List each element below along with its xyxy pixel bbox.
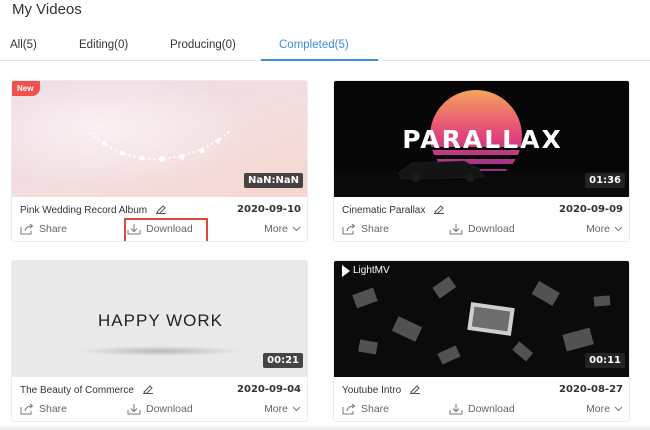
duration-badge: NaN:NaN [244,173,303,188]
download-label: Download [146,403,193,415]
duration-badge: 00:21 [263,353,303,368]
tab-editing[interactable]: Editing(0) [79,39,128,51]
video-thumbnail[interactable]: LightMV 00:11 [334,261,629,377]
thumbnail-title-text: PARALLAX [402,125,563,154]
more-button[interactable]: More [586,223,623,235]
download-icon [449,224,463,235]
video-title-text: Cinematic Parallax [342,205,426,216]
share-label: Share [361,223,390,235]
share-button[interactable]: Share [342,223,389,235]
download-icon [127,404,141,415]
share-button[interactable]: Share [342,403,389,415]
video-card-cinematic-parallax: PARALLAX 01:36 Cinematic Parallax 2020-0… [333,80,630,242]
more-label: More [586,403,610,415]
edit-icon[interactable] [142,384,154,397]
edit-icon[interactable] [409,384,421,397]
more-button[interactable]: More [586,403,623,415]
more-label: More [586,223,610,235]
video-title: Pink Wedding Record Album [20,204,167,217]
tab-all[interactable]: All(5) [10,39,37,51]
active-tab-indicator [261,59,378,61]
video-title: Youtube Intro [342,384,421,397]
download-icon [449,404,463,415]
share-icon [20,403,34,415]
video-actions: Share Download More [334,402,629,420]
video-date: 2020-09-04 [237,384,301,395]
page-bottom-edge [0,424,650,430]
share-icon [342,403,356,415]
video-card-beauty-of-commerce: HAPPY WORK 00:21 The Beauty of Commerce … [11,260,308,422]
video-card-pink-wedding: New NaN:NaN Pink Wedding Record Album 20… [11,80,308,242]
chevron-down-icon [292,226,301,232]
share-button[interactable]: Share [20,403,67,415]
share-icon [20,223,34,235]
video-title-text: The Beauty of Commerce [20,385,134,396]
download-button[interactable]: Download [449,403,515,415]
chevron-down-icon [614,226,623,232]
video-date: 2020-09-09 [559,204,623,215]
video-thumbnail[interactable]: New NaN:NaN [12,81,307,197]
video-info-row: Pink Wedding Record Album 2020-09-10 [12,203,307,219]
download-label: Download [468,223,515,235]
more-label: More [264,223,288,235]
download-button[interactable]: Download [127,223,193,235]
download-button[interactable]: Download [449,223,515,235]
more-button[interactable]: More [264,223,301,235]
share-label: Share [361,403,390,415]
video-info-row: Cinematic Parallax 2020-09-09 [334,203,629,219]
video-thumbnail[interactable]: HAPPY WORK 00:21 [12,261,307,377]
download-label: Download [146,223,193,235]
chevron-down-icon [292,406,301,412]
video-thumbnail[interactable]: PARALLAX 01:36 [334,81,629,197]
share-label: Share [39,403,68,415]
download-button[interactable]: Download [127,403,193,415]
duration-badge: 00:11 [585,353,625,368]
lightmv-logo-text: LightMV [353,265,390,276]
video-title: The Beauty of Commerce [20,384,154,397]
video-actions: Share Download More [334,222,629,240]
download-icon [127,224,141,235]
more-label: More [264,403,288,415]
video-title-text: Pink Wedding Record Album [20,205,148,216]
video-date: 2020-08-27 [559,384,623,395]
tab-producing[interactable]: Producing(0) [170,39,236,51]
new-badge: New [12,81,41,96]
more-button[interactable]: More [264,403,301,415]
thumbnail-title-text: HAPPY WORK [98,311,223,330]
edit-icon[interactable] [155,204,167,217]
tab-bar: All(5) Editing(0) Producing(0) Completed… [0,33,650,61]
video-actions: Share Download More [12,402,307,420]
video-date: 2020-09-10 [237,204,301,215]
page-title: My Videos [12,1,82,18]
video-actions: Share Download More [12,218,307,241]
download-label: Download [468,403,515,415]
video-title-text: Youtube Intro [342,385,402,396]
edit-icon[interactable] [433,204,445,217]
video-info-row: Youtube Intro 2020-08-27 [334,383,629,399]
share-button[interactable]: Share [20,223,67,235]
share-icon [342,223,356,235]
video-info-row: The Beauty of Commerce 2020-09-04 [12,383,307,399]
video-card-youtube-intro: LightMV 00:11 Youtube Intro 2020-08-27 S… [333,260,630,422]
share-label: Share [39,223,68,235]
duration-badge: 01:36 [585,173,625,188]
video-title: Cinematic Parallax [342,204,445,217]
tab-completed[interactable]: Completed(5) [279,39,349,51]
chevron-down-icon [614,406,623,412]
